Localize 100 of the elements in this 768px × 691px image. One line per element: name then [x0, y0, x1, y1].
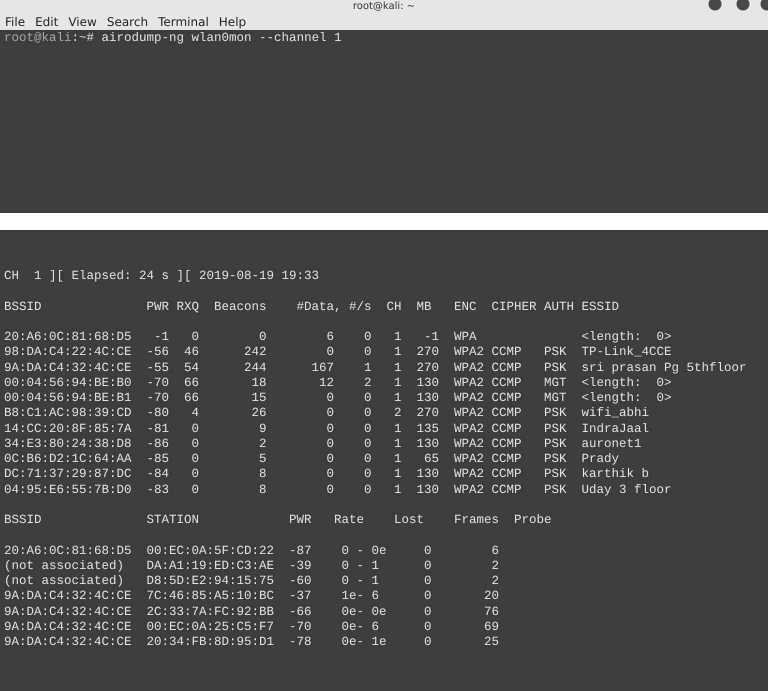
table-cell: -84 [146, 467, 170, 482]
table-cell: 0 [424, 558, 432, 573]
table-cell: 1 [394, 376, 402, 390]
table-cell: 9 [259, 422, 267, 436]
table-cell: CCMP [492, 376, 522, 390]
table-cell: 69 [484, 620, 500, 634]
table-cell: -70 [146, 391, 170, 405]
column-header: RXQ [176, 300, 200, 314]
table-cell: 2 [394, 406, 402, 420]
menu-item[interactable]: Search [102, 13, 154, 30]
table-cell: PSK [544, 436, 567, 451]
table-cell: -37 [289, 589, 312, 604]
table-cell: -87 [289, 544, 312, 558]
table-cell: 0 [364, 406, 372, 420]
command-text: airodump-ng wlan0mon --channel 1 [102, 31, 342, 46]
table-cell: 00:04:56:94:BE:B1 [4, 391, 132, 405]
table-cell: CCMP [492, 422, 522, 436]
table-cell: CCMP [492, 391, 522, 405]
column-header: ESSID [582, 300, 620, 314]
table-cell: 0 - 1 [342, 574, 380, 588]
table-cell: 0 [424, 574, 432, 588]
table-cell: DA:A1:19:ED:C3:AE [146, 558, 274, 573]
table-cell: D8:5D:E2:94:15:75 [146, 574, 274, 588]
table-cell: 0 [192, 436, 200, 451]
table-cell: 76 [484, 604, 500, 618]
table-cell: 34:E3:80:24:38:D8 [4, 436, 132, 451]
table-cell: 14:CC:20:8F:85:7A [4, 422, 132, 436]
column-header: PWR [146, 300, 170, 314]
table-cell: -78 [289, 635, 312, 649]
table-cell: 9A:DA:C4:32:4C:CE [4, 604, 132, 618]
table-cell: CCMP [492, 436, 522, 451]
menu-item[interactable]: View [63, 13, 102, 30]
table-cell: sri prasan Pg 5thfloor [582, 360, 747, 374]
table-cell: 270 [416, 360, 440, 374]
column-header: BSSID [4, 513, 42, 527]
column-header: CH [386, 300, 402, 314]
table-cell: 5 [259, 452, 267, 466]
table-cell: 0 [192, 330, 200, 344]
table-cell: 0 - 0e [342, 544, 387, 558]
table-cell: 0C:B6:D2:1C:64:AA [4, 452, 132, 466]
table-cell: Uday 3 floor [582, 482, 672, 496]
table-cell: WPA2 [454, 467, 484, 482]
table-cell: 66 [184, 391, 200, 405]
table-cell: WPA2 [454, 406, 484, 420]
table-cell: 8 [259, 482, 267, 496]
table-cell: 2 [492, 574, 500, 588]
table-cell: 0 [424, 604, 432, 618]
table-cell: 9A:DA:C4:32:4C:CE [4, 589, 132, 604]
table-cell: 7C:46:85:A5:10:BC [146, 589, 274, 604]
menu-item[interactable]: Help [214, 13, 252, 30]
column-header: Frames [454, 513, 500, 527]
table-cell: CCMP [492, 452, 522, 466]
table-cell: 0 [364, 467, 372, 482]
table-cell: 130 [416, 391, 440, 405]
table-cell: -1 [424, 330, 440, 344]
table-cell: WPA2 [454, 422, 484, 436]
menu-item[interactable]: Terminal [153, 13, 214, 30]
table-cell: -86 [146, 436, 170, 451]
table-cell: TP-Link_4CCE [582, 345, 672, 360]
column-header: BSSID [4, 300, 42, 314]
table-cell: 2C:33:7A:FC:92:BB [146, 604, 274, 618]
table-cell: 8 [259, 467, 267, 482]
table-cell: 04:95:E6:55:7B:D0 [4, 482, 132, 496]
table-cell: 2 [259, 436, 267, 451]
column-header: PWR [289, 513, 312, 527]
table-cell: 6 [492, 544, 500, 558]
table-cell: 0 [364, 391, 372, 405]
table-cell: WPA2 [454, 376, 484, 390]
table-cell: 1 [394, 482, 402, 496]
window-title: root@kali: ~ [352, 1, 416, 12]
table-cell: <length: 0> [582, 391, 672, 405]
table-cell: 0 [364, 452, 372, 466]
table-cell: 0 [364, 482, 372, 496]
table-cell: 46 [184, 345, 200, 360]
table-cell: WPA2 [454, 452, 484, 466]
table-cell: auronet1 [582, 436, 642, 451]
table-cell: 18 [252, 376, 267, 390]
table-cell: WPA2 [454, 391, 484, 405]
table-cell: 20:A6:0C:81:68:D5 [4, 330, 132, 344]
table-cell: karthik b [582, 467, 650, 482]
table-cell: 135 [416, 422, 440, 436]
table-cell: PSK [544, 406, 567, 420]
table-cell: 0 [364, 422, 372, 436]
table-cell: 20 [484, 589, 500, 604]
table-cell: 1 [394, 345, 402, 360]
menu-item[interactable]: Edit [30, 13, 64, 30]
table-cell: <length: 0> [582, 330, 672, 344]
table-cell: 0 [424, 635, 432, 649]
table-cell: PSK [544, 345, 567, 360]
table-cell: 0 [259, 330, 267, 344]
table-cell: 98:DA:C4:22:4C:CE [4, 345, 132, 360]
table-cell: 6 [326, 330, 334, 344]
table-cell: -66 [289, 604, 312, 618]
table-cell: 0e- 1e [342, 635, 387, 649]
table-cell: 130 [416, 376, 440, 390]
menu-item[interactable]: File [0, 13, 30, 30]
table-cell: 0 [424, 589, 432, 604]
table-cell: 2 [364, 376, 372, 390]
table-cell: -85 [146, 452, 170, 466]
table-cell: -56 [146, 345, 170, 360]
